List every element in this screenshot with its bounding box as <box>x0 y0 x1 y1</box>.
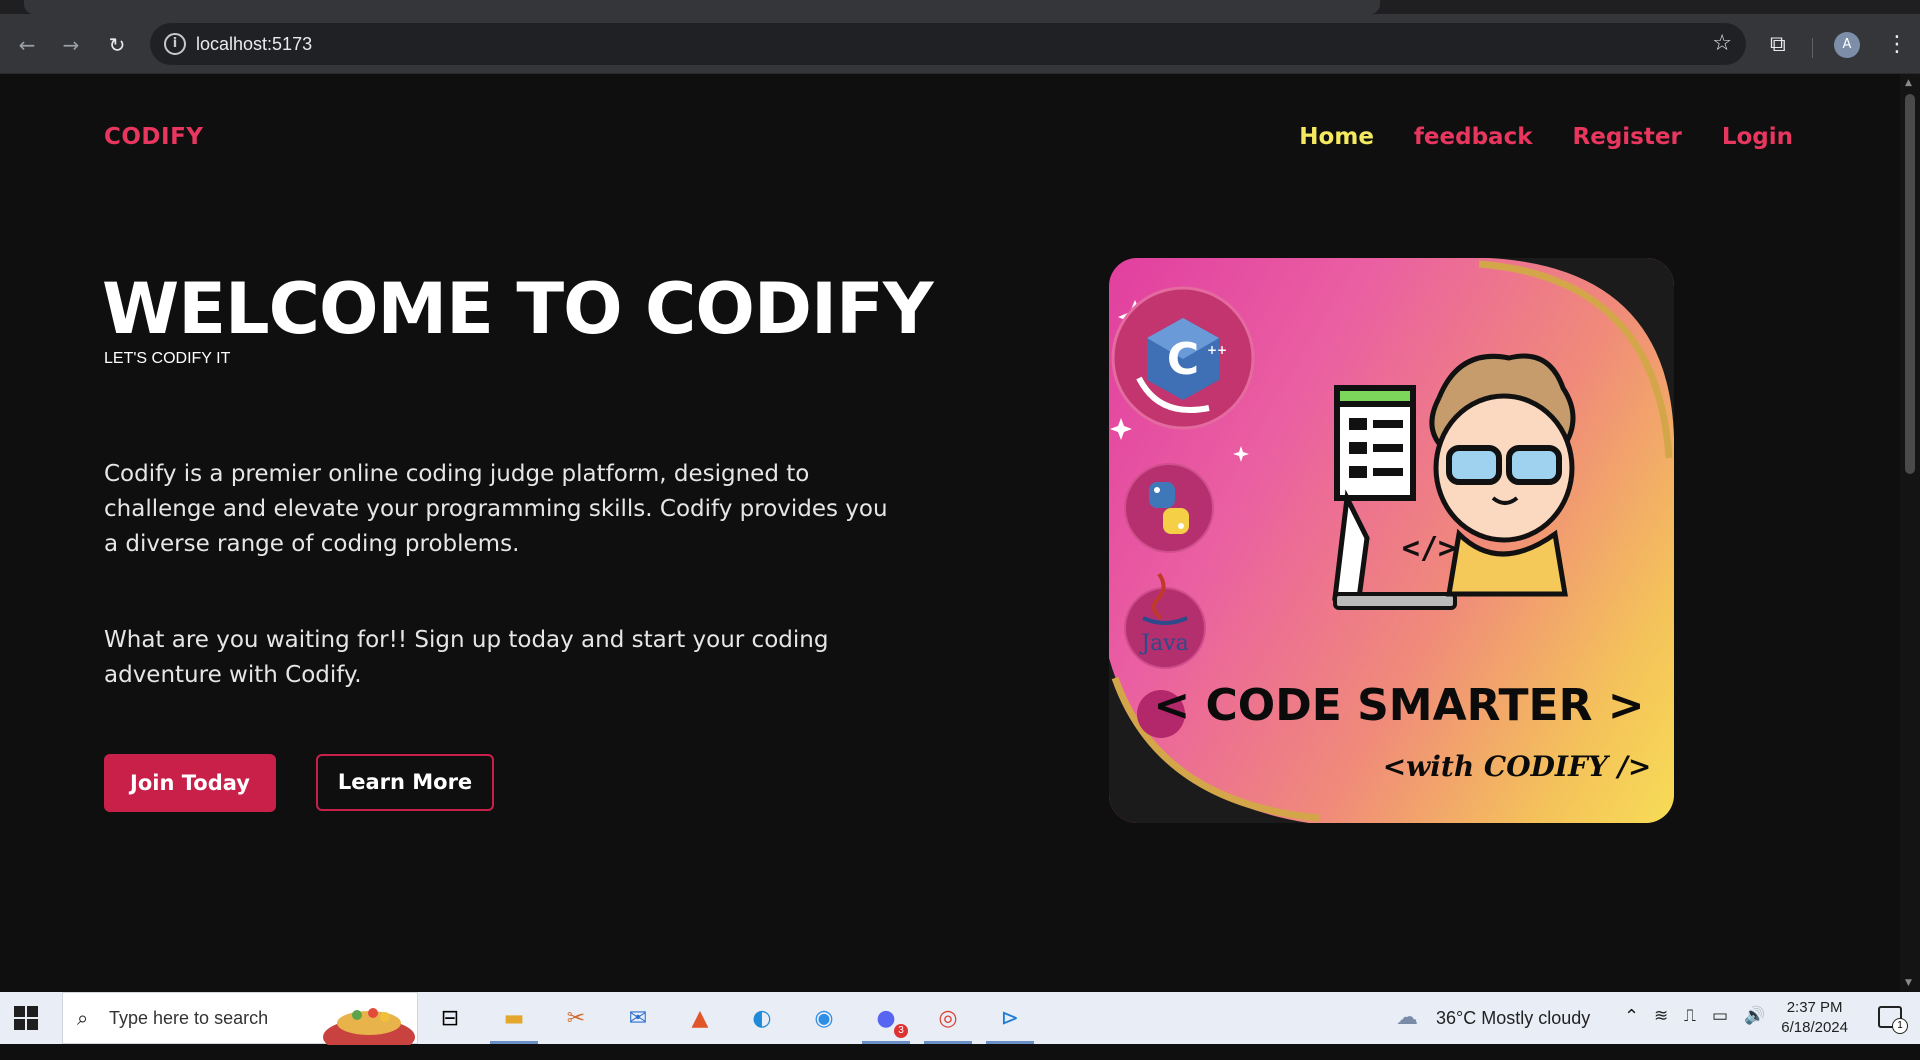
profile-avatar[interactable]: A <box>1834 32 1860 58</box>
matlab-icon[interactable]: ▲ <box>682 1000 718 1036</box>
svg-text:++: ++ <box>1207 343 1227 357</box>
vscode-icon[interactable]: ⊳ <box>986 1000 1034 1044</box>
cpp-badge: C ++ <box>1111 286 1255 430</box>
web-page: CODIFY Home feedback Register Login WELC… <box>0 74 1900 992</box>
network-icon[interactable]: ⎍ <box>1684 1006 1696 1058</box>
scroll-up-icon[interactable]: ▲ <box>1905 78 1912 88</box>
learn-more-button[interactable]: Learn More <box>316 754 494 811</box>
site-info-icon[interactable]: i <box>164 33 186 55</box>
notification-center-icon[interactable]: 1 <box>1878 1006 1908 1034</box>
bookmark-star-icon[interactable]: ☆ <box>1712 31 1732 56</box>
task-view-icon[interactable]: ⊟ <box>432 1000 468 1036</box>
address-bar[interactable]: i localhost:5173 ☆ <box>150 23 1746 65</box>
reload-icon[interactable]: ↻ <box>104 32 130 58</box>
discord-icon[interactable]: ● 3 <box>862 1000 910 1044</box>
tray-chevron-icon[interactable]: ⌃ <box>1624 1006 1639 1058</box>
python-badge <box>1124 463 1214 553</box>
volume-icon[interactable]: 🔊 <box>1744 1006 1765 1058</box>
active-tab[interactable] <box>24 0 1380 14</box>
clock-date: 6/18/2024 <box>1781 1019 1848 1036</box>
search-highlight-icon <box>323 1008 415 1045</box>
nav-login[interactable]: Login <box>1722 124 1793 150</box>
banner-illustration: C ++ Java </> < CODE SMARTER > <with COD… <box>1109 258 1674 823</box>
edge-icon[interactable]: ◐ <box>744 1000 780 1036</box>
java-label: Java <box>1139 631 1188 656</box>
nav-feedback[interactable]: feedback <box>1414 124 1533 150</box>
scrollbar-thumb[interactable] <box>1905 94 1915 474</box>
tab-strip <box>0 0 1920 14</box>
forward-icon[interactable]: → <box>58 32 84 58</box>
chrome-icon[interactable]: ◎ <box>924 1000 972 1044</box>
windows-start-icon[interactable] <box>14 1006 38 1030</box>
hero-subtitle: LET'S CODIFY IT <box>104 350 231 367</box>
hero-call-to-action: What are you waiting for!! Sign up today… <box>104 627 829 688</box>
url-text[interactable]: localhost:5173 <box>196 34 312 55</box>
banner-headline: < CODE SMARTER > <box>1153 680 1644 731</box>
coder-character: </> <box>1402 353 1576 597</box>
cpp-letter: C <box>1167 334 1199 385</box>
hero-description: Codify is a premier online coding judge … <box>104 461 888 557</box>
toolbar-divider <box>1812 38 1813 58</box>
file-explorer-icon[interactable]: ▬ <box>490 1000 538 1044</box>
search-placeholder[interactable]: Type here to search <box>109 1008 268 1029</box>
snipping-icon[interactable]: ✂ <box>558 1000 594 1036</box>
banner-tagline: <with CODIFY /> <box>1383 750 1652 783</box>
page-scrollbar[interactable]: ▲ ▼ <box>1900 74 1920 992</box>
battery-icon[interactable]: ▭ <box>1712 1006 1728 1058</box>
browser-toolbar: ← → ↻ i localhost:5173 ☆ ⧉ A ⋮ <box>0 14 1920 74</box>
site-brand[interactable]: CODIFY <box>104 124 203 150</box>
clock-time: 2:37 PM <box>1786 999 1843 1016</box>
code-symbol: </> <box>1402 531 1456 566</box>
mail-icon[interactable]: ✉ <box>620 1000 656 1036</box>
join-today-button[interactable]: Join Today <box>104 754 276 812</box>
weather-text[interactable]: 36°C Mostly cloudy <box>1436 1008 1590 1060</box>
nav-register[interactable]: Register <box>1573 124 1682 150</box>
weather-icon[interactable]: ☁ <box>1396 1004 1418 1056</box>
extensions-icon[interactable]: ⧉ <box>1770 32 1786 58</box>
search-icon: ⌕ <box>77 1006 89 1030</box>
site-nav: Home feedback Register Login <box>1299 124 1793 150</box>
notification-count: 1 <box>1892 1018 1908 1034</box>
hero-title: WELCOME TO CODIFY <box>102 268 934 350</box>
browser-menu-icon[interactable]: ⋮ <box>1886 32 1908 58</box>
taskbar-clock[interactable]: 2:37 PM 6/18/2024 <box>1781 998 1848 1050</box>
taskbar-search[interactable]: ⌕ Type here to search <box>62 992 418 1045</box>
discord-badge: 3 <box>894 1024 908 1038</box>
nav-home[interactable]: Home <box>1299 124 1374 150</box>
wifi-icon[interactable]: ≋ <box>1654 1006 1668 1058</box>
scroll-down-icon[interactable]: ▼ <box>1905 978 1912 988</box>
code-smarter-banner: C ++ Java </> < CODE SMARTER > <with COD… <box>1109 258 1674 823</box>
docker-icon[interactable]: ◉ <box>806 1000 842 1036</box>
java-badge: Java <box>1124 572 1206 669</box>
back-icon[interactable]: ← <box>14 32 40 58</box>
windows-taskbar: ⌕ Type here to search ⊟ ▬ ✂ ✉ ▲ ◐ ◉ ● 3 ◎… <box>0 992 1920 1045</box>
